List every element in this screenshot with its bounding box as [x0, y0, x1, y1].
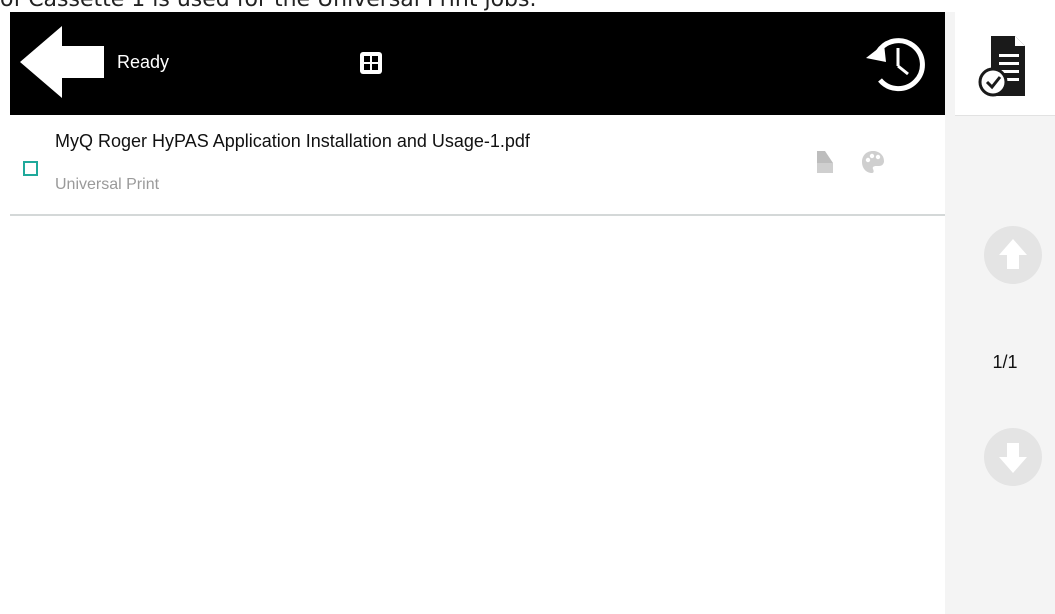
page: of Cassette 1 is used for the Universal …	[0, 0, 1055, 614]
job-select-checkbox[interactable]	[23, 161, 38, 176]
history-button[interactable]	[858, 30, 930, 96]
document-caption: of Cassette 1 is used for the Universal …	[0, 0, 536, 12]
side-panel: 1/1	[945, 12, 1055, 614]
job-queue: Universal Print	[55, 176, 160, 193]
print-all-button[interactable]	[955, 12, 1055, 116]
scroll-up-button[interactable]	[983, 225, 1043, 285]
job-name: MyQ Roger HyPAS Application Installation…	[55, 131, 530, 151]
history-icon	[866, 38, 925, 92]
print-document-icon	[978, 36, 1025, 97]
printer-panel-screen: Ready 1/1 MyQ Roger HyPAS Application In…	[10, 12, 1055, 614]
page-indicator: 1/1	[992, 352, 1018, 372]
arrow-down-circle-icon	[984, 428, 1042, 486]
job-row[interactable]: MyQ Roger HyPAS Application Installation…	[10, 115, 945, 216]
back-button[interactable]	[20, 26, 104, 98]
arrow-left-icon	[20, 26, 104, 98]
color-palette-icon	[860, 149, 884, 175]
grid-icon	[360, 52, 382, 74]
top-bar: Ready	[10, 12, 945, 115]
paper-icon	[813, 149, 837, 175]
job-list: MyQ Roger HyPAS Application Installation…	[10, 115, 945, 614]
arrow-up-circle-icon	[984, 226, 1042, 284]
grid-view-button[interactable]	[360, 52, 382, 74]
status-label: Ready	[117, 52, 170, 72]
scroll-down-button[interactable]	[983, 427, 1043, 487]
